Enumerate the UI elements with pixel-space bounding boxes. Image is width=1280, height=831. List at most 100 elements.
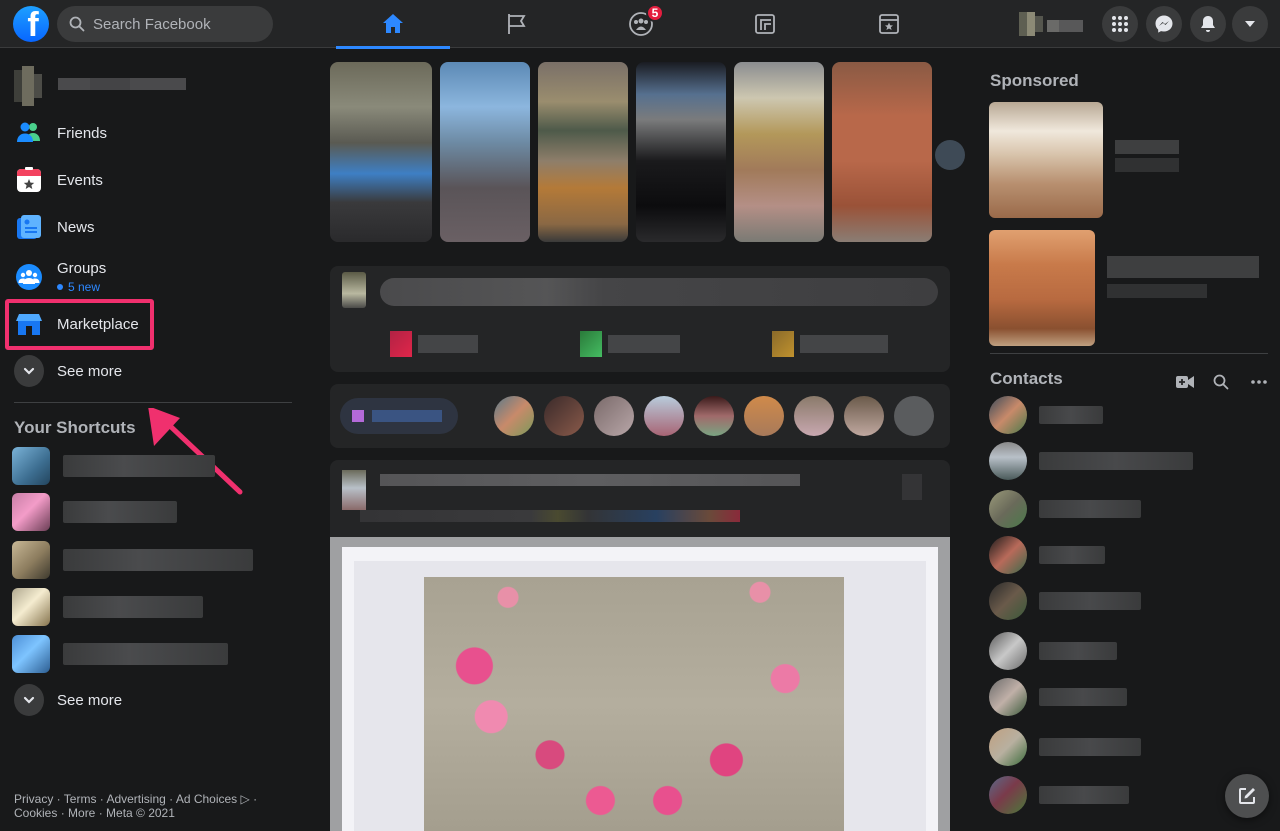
facebook-logo[interactable]: f xyxy=(13,6,49,42)
contact-item[interactable] xyxy=(989,678,1209,716)
contact-item[interactable] xyxy=(989,536,1209,574)
create-room-icon xyxy=(352,410,364,422)
contact-item[interactable] xyxy=(989,632,1209,670)
chevron-down-icon xyxy=(14,684,44,716)
sidebar-item-events[interactable]: Events xyxy=(8,158,292,202)
story-card[interactable] xyxy=(636,62,726,242)
whats-on-your-mind-input[interactable] xyxy=(380,278,938,306)
contact-avatar xyxy=(989,442,1027,480)
tab-events[interactable] xyxy=(832,0,946,48)
contact-item[interactable] xyxy=(989,490,1209,528)
profile-button[interactable] xyxy=(1015,8,1091,40)
more-icon xyxy=(1251,380,1267,384)
shortcut-thumbnail xyxy=(12,447,50,485)
sponsored-ad[interactable] xyxy=(989,102,1259,218)
new-message-button[interactable] xyxy=(1225,774,1269,818)
account-button[interactable] xyxy=(1232,6,1268,42)
room-avatar[interactable] xyxy=(894,396,934,436)
search-contacts-button[interactable] xyxy=(1209,370,1233,394)
menu-button[interactable] xyxy=(1102,6,1138,42)
contact-item[interactable] xyxy=(989,396,1209,434)
sidebar-item-profile[interactable] xyxy=(8,64,292,108)
contact-avatar xyxy=(989,396,1027,434)
shortcut-thumbnail xyxy=(12,493,50,531)
sidebar-item-label: See more xyxy=(57,362,123,380)
story-card[interactable] xyxy=(330,62,432,242)
contact-name xyxy=(1039,452,1193,470)
story-card[interactable] xyxy=(440,62,530,242)
search-box[interactable] xyxy=(57,6,273,42)
shortcut-thumbnail xyxy=(12,635,50,673)
new-room-button[interactable] xyxy=(1173,370,1197,394)
shortcut-name xyxy=(63,643,228,665)
room-avatar[interactable] xyxy=(694,396,734,436)
tab-pages[interactable] xyxy=(460,0,574,48)
contact-item[interactable] xyxy=(989,776,1209,814)
sidebar-see-more-button[interactable]: See more xyxy=(8,349,292,393)
tab-home[interactable] xyxy=(336,0,450,49)
room-avatar[interactable] xyxy=(794,396,834,436)
room-avatar[interactable] xyxy=(594,396,634,436)
feeling-activity-button[interactable] xyxy=(772,330,902,358)
post-author-name[interactable] xyxy=(380,474,800,486)
contact-item[interactable] xyxy=(989,442,1209,480)
groups-new-count: 5 new xyxy=(57,280,106,294)
story-card[interactable] xyxy=(538,62,628,242)
contact-name xyxy=(1039,786,1129,804)
footer-line-1[interactable]: Privacy · Terms · Advertising · Ad Choic… xyxy=(14,792,284,806)
post-author-avatar[interactable] xyxy=(342,470,366,510)
post-image[interactable] xyxy=(330,537,950,831)
ad-title xyxy=(1107,256,1259,278)
shortcut-name xyxy=(63,501,177,523)
post-more-options-button[interactable] xyxy=(902,474,922,500)
bell-icon xyxy=(1201,16,1215,32)
tab-gaming[interactable] xyxy=(708,0,822,48)
right-divider xyxy=(990,353,1268,354)
story-card[interactable] xyxy=(832,62,932,242)
search-input[interactable] xyxy=(93,15,263,33)
sponsored-ad[interactable] xyxy=(989,230,1259,346)
tab-groups[interactable]: 5 xyxy=(584,0,698,48)
shortcuts-see-more-button[interactable]: See more xyxy=(8,678,292,722)
contact-item[interactable] xyxy=(989,728,1209,766)
messenger-button[interactable] xyxy=(1146,6,1182,42)
story-card[interactable] xyxy=(734,62,824,242)
video-plus-icon xyxy=(1176,376,1194,388)
room-avatar[interactable] xyxy=(494,396,534,436)
contact-name xyxy=(1039,738,1141,756)
sidebar-item-friends[interactable]: Friends xyxy=(8,111,292,155)
contact-item[interactable] xyxy=(989,582,1209,620)
chevron-down-icon xyxy=(14,355,44,387)
messenger-icon xyxy=(1155,15,1173,33)
contact-name xyxy=(1039,406,1103,424)
sidebar-item-news[interactable]: News xyxy=(8,205,292,249)
footer-links: Privacy · Terms · Advertising · Ad Choic… xyxy=(14,792,284,820)
live-video-button[interactable] xyxy=(390,330,490,358)
shortcut-item[interactable] xyxy=(12,587,272,627)
post-meta xyxy=(360,510,740,522)
calendar-icon xyxy=(14,165,44,195)
contact-avatar xyxy=(989,776,1027,814)
room-avatar[interactable] xyxy=(544,396,584,436)
shortcut-name xyxy=(63,596,203,618)
create-room-button[interactable] xyxy=(340,398,458,434)
contacts-options-button[interactable] xyxy=(1247,370,1271,394)
contact-avatar xyxy=(989,632,1027,670)
shortcut-item[interactable] xyxy=(12,540,272,580)
room-avatar[interactable] xyxy=(744,396,784,436)
notifications-button[interactable] xyxy=(1190,6,1226,42)
shortcut-item[interactable] xyxy=(12,446,272,486)
right-sidebar: Sponsored Contacts xyxy=(975,48,1280,831)
shortcut-item[interactable] xyxy=(12,634,272,674)
photo-video-button[interactable] xyxy=(580,330,680,358)
contact-avatar xyxy=(989,536,1027,574)
stories-next-button[interactable] xyxy=(935,140,965,170)
sidebar-item-groups[interactable]: Groups 5 new xyxy=(8,252,292,302)
shortcut-thumbnail xyxy=(12,541,50,579)
room-avatar[interactable] xyxy=(844,396,884,436)
sidebar-item-label: Events xyxy=(57,171,103,189)
room-avatar[interactable] xyxy=(644,396,684,436)
shortcut-item[interactable] xyxy=(12,492,272,532)
footer-line-2[interactable]: Cookies · More · Meta © 2021 xyxy=(14,806,284,820)
gaming-icon xyxy=(755,14,775,34)
